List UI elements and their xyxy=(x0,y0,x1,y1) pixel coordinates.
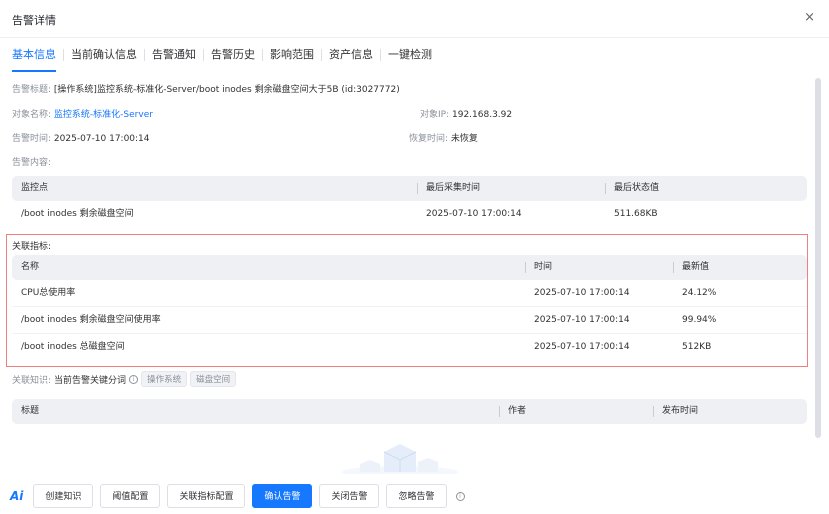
object-ip-row: 对象IP: 192.168.3.92 xyxy=(420,107,512,120)
table-row: CPU总使用率 2025-07-10 17:00:14 24.12% xyxy=(12,280,807,307)
column-divider xyxy=(653,406,654,417)
metric-time: 2025-07-10 17:00:14 xyxy=(534,315,630,325)
column-header: 监控点 xyxy=(21,183,49,193)
column-divider xyxy=(673,262,674,273)
tab-divider xyxy=(203,49,204,61)
tab-one-click-detect[interactable]: 一键检测 xyxy=(388,38,432,72)
metric-value: 99.94% xyxy=(682,315,717,325)
table-row: /boot inodes 剩余磁盘空间使用率 2025-07-10 17:00:… xyxy=(12,307,807,334)
monitor-table: 监控点 最后采集时间 最后状态值 /boot inodes 剩余磁盘空间 202… xyxy=(12,176,807,228)
info-icon[interactable]: i xyxy=(455,491,465,501)
keyword-label: 当前告警关键分词 xyxy=(54,375,127,386)
metric-name: CPU总使用率 xyxy=(21,288,76,298)
close-alarm-button[interactable]: 关闭告警 xyxy=(319,484,380,508)
confirm-alarm-button[interactable]: 确认告警 xyxy=(252,484,313,508)
recover-time-value: 未恢复 xyxy=(450,134,478,144)
metric-value: 24.12% xyxy=(682,288,717,298)
related-metrics-table: 名称 时间 最新值 CPU总使用率 2025-07-10 17:00:14 24… xyxy=(12,255,807,361)
dialog-title: 告警详情 xyxy=(12,14,56,27)
column-header: 最后状态值 xyxy=(614,183,660,193)
monitor-point-link[interactable]: /boot inodes 剩余磁盘空间 xyxy=(21,201,134,228)
tab-divider xyxy=(321,49,322,61)
object-ip-value: 192.168.3.92 xyxy=(452,110,513,120)
threshold-config-button[interactable]: 阈值配置 xyxy=(100,484,161,508)
column-header: 最新值 xyxy=(682,262,710,272)
keyword-tag[interactable]: 磁盘空间 xyxy=(190,371,237,387)
object-name-link[interactable]: 监控系统-标准化-Server xyxy=(54,110,153,120)
tab-basic-info[interactable]: 基本信息 xyxy=(12,38,56,72)
keyword-tag[interactable]: 操作系统 xyxy=(141,371,188,387)
alarm-time-value: 2025-07-10 17:00:14 xyxy=(53,134,150,144)
column-header: 时间 xyxy=(534,262,553,272)
last-collect-time: 2025-07-10 17:00:14 xyxy=(426,209,522,219)
tab-alarm-history[interactable]: 告警历史 xyxy=(211,38,255,72)
metric-value: 512KB xyxy=(682,342,712,352)
tab-divider xyxy=(144,49,145,61)
column-header: 最后采集时间 xyxy=(426,183,481,193)
column-divider xyxy=(605,183,606,194)
alarm-title-row: 告警标题: [操作系统]监控系统-标准化-Server/boot inodes … xyxy=(12,82,400,95)
dialog-footer: Ai 创建知识 阈值配置 关联指标配置 确认告警 关闭告警 忽略告警 i xyxy=(0,478,829,514)
knowledge-table: 标题 作者 发布时间 xyxy=(12,399,807,424)
tab-current-confirm[interactable]: 当前确认信息 xyxy=(71,38,137,72)
related-metric-config-button[interactable]: 关联指标配置 xyxy=(167,484,246,508)
alarm-time-label: 告警时间: xyxy=(12,134,52,144)
recover-time-label: 恢复时间: xyxy=(409,134,449,144)
alarm-time-row: 告警时间: 2025-07-10 17:00:14 xyxy=(12,131,150,144)
close-icon[interactable]: × xyxy=(804,10,815,25)
table-row: /boot inodes 剩余磁盘空间 2025-07-10 17:00:14 … xyxy=(12,201,807,228)
table-row: /boot inodes 总磁盘空间 2025-07-10 17:00:14 5… xyxy=(12,334,807,361)
alarm-title-value: [操作系统]监控系统-标准化-Server/boot inodes 剩余磁盘空间… xyxy=(53,85,400,95)
empty-state-icon xyxy=(342,444,458,474)
tab-alarm-notify[interactable]: 告警通知 xyxy=(152,38,196,72)
column-divider xyxy=(525,262,526,273)
object-ip-label: 对象IP: xyxy=(420,110,450,120)
column-header: 发布时间 xyxy=(662,406,699,416)
metric-time: 2025-07-10 17:00:14 xyxy=(534,342,630,352)
dialog-header: 告警详情 × xyxy=(0,0,829,38)
object-name-row: 对象名称: 监控系统-标准化-Server xyxy=(12,107,153,120)
column-header: 作者 xyxy=(508,406,527,416)
last-status-value: 511.68KB xyxy=(614,209,658,219)
column-header: 名称 xyxy=(21,262,40,272)
tab-divider xyxy=(380,49,381,61)
ai-logo-icon[interactable]: Ai xyxy=(10,489,23,503)
related-metrics-label: 关联指标: xyxy=(12,242,52,252)
tab-bar: 基本信息 当前确认信息 告警通知 告警历史 影响范围 资产信息 一键检测 xyxy=(12,38,432,72)
column-header: 标题 xyxy=(21,406,40,416)
metric-name: /boot inodes 总磁盘空间 xyxy=(21,342,125,352)
tab-impact-scope[interactable]: 影响范围 xyxy=(270,38,314,72)
scrollbar[interactable] xyxy=(815,78,821,438)
create-knowledge-button[interactable]: 创建知识 xyxy=(33,484,94,508)
alarm-content-label: 告警内容: xyxy=(12,158,52,168)
column-divider xyxy=(499,406,500,417)
column-divider xyxy=(417,183,418,194)
knowledge-row: 关联知识: 当前告警关键分词 i 操作系统 磁盘空间 xyxy=(12,371,237,387)
tab-divider xyxy=(262,49,263,61)
object-name-label: 对象名称: xyxy=(12,110,52,120)
table-header: 名称 时间 最新值 xyxy=(12,255,807,280)
knowledge-label: 关联知识: xyxy=(12,375,52,386)
alarm-content-row: 告警内容: xyxy=(12,155,51,168)
info-icon[interactable]: i xyxy=(129,374,139,384)
tab-asset-info[interactable]: 资产信息 xyxy=(329,38,373,72)
metric-name: /boot inodes 剩余磁盘空间使用率 xyxy=(21,315,161,325)
table-header: 监控点 最后采集时间 最后状态值 xyxy=(12,176,807,201)
metric-time: 2025-07-10 17:00:14 xyxy=(534,288,630,298)
ignore-alarm-button[interactable]: 忽略告警 xyxy=(386,484,447,508)
table-header: 标题 作者 发布时间 xyxy=(12,399,807,424)
tab-divider xyxy=(63,49,64,61)
recover-time-row: 恢复时间: 未恢复 xyxy=(409,131,478,144)
alarm-title-label: 告警标题: xyxy=(12,85,52,95)
